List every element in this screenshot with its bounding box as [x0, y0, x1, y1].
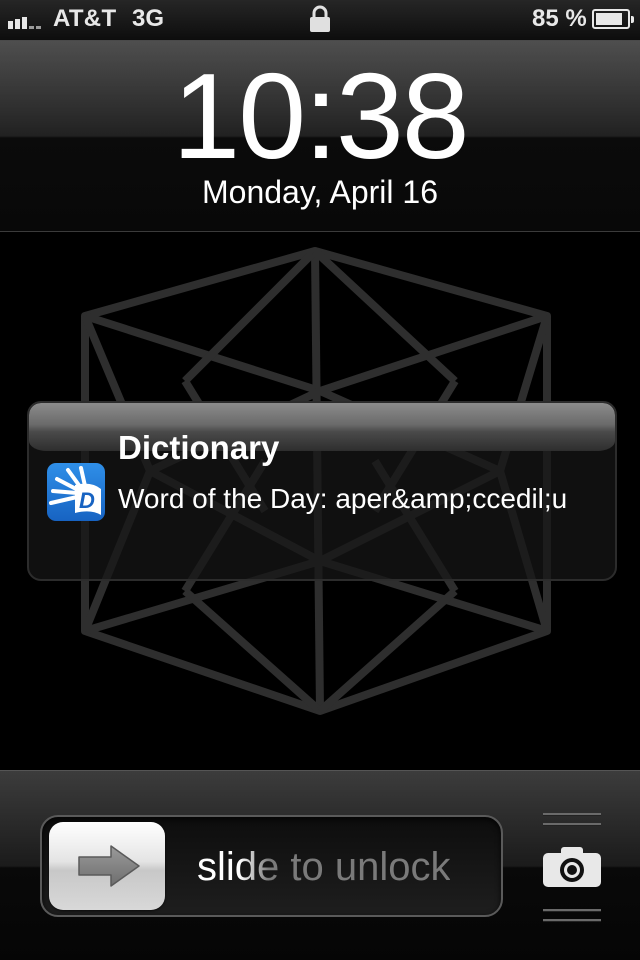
network-type: 3G	[132, 5, 165, 32]
signal-bar	[29, 26, 34, 29]
right-arrow-icon	[78, 845, 140, 887]
lock-screen-dock: slide to unlock	[0, 770, 640, 960]
clock-panel: 10:38 Monday, April 16	[0, 40, 640, 232]
slide-to-unlock-label: slide to unlock	[197, 845, 451, 889]
notification-header-gloss	[29, 403, 615, 451]
svg-text:D: D	[79, 488, 95, 513]
grip-line	[543, 813, 601, 816]
status-bar: AT&T 3G 85 %	[0, 0, 640, 40]
signal-strength-icon	[8, 13, 41, 29]
dictionary-logo-icon: D	[49, 466, 101, 515]
signal-bar	[8, 21, 13, 29]
padlock-icon	[310, 5, 330, 32]
grip-line	[543, 909, 601, 912]
lock-screen-time: 10:38	[172, 48, 469, 184]
signal-bar	[15, 19, 20, 29]
slide-to-unlock-track[interactable]: slide to unlock	[40, 815, 503, 917]
camera-icon	[543, 847, 601, 887]
battery-level-fill	[596, 13, 622, 25]
dictionary-app-icon: D	[47, 463, 105, 521]
carrier-name: AT&T	[53, 5, 117, 32]
signal-bar	[36, 26, 41, 29]
grip-line	[543, 823, 601, 826]
signal-bar	[22, 17, 27, 29]
battery-percentage: 85 %	[532, 5, 587, 32]
push-notification[interactable]: Dictionary D Word of the Day: aper&amp;c…	[27, 401, 617, 581]
camera-grabber[interactable]	[543, 813, 601, 922]
battery-tip	[631, 16, 634, 23]
lock-screen-date: Monday, April 16	[202, 174, 438, 210]
unlock-slider-thumb[interactable]	[49, 822, 165, 910]
grip-line	[543, 919, 601, 922]
notification-message: Word of the Day: aper&amp;ccedil;u	[118, 483, 568, 514]
notification-app-name: Dictionary	[118, 429, 280, 466]
battery-icon	[592, 9, 634, 29]
